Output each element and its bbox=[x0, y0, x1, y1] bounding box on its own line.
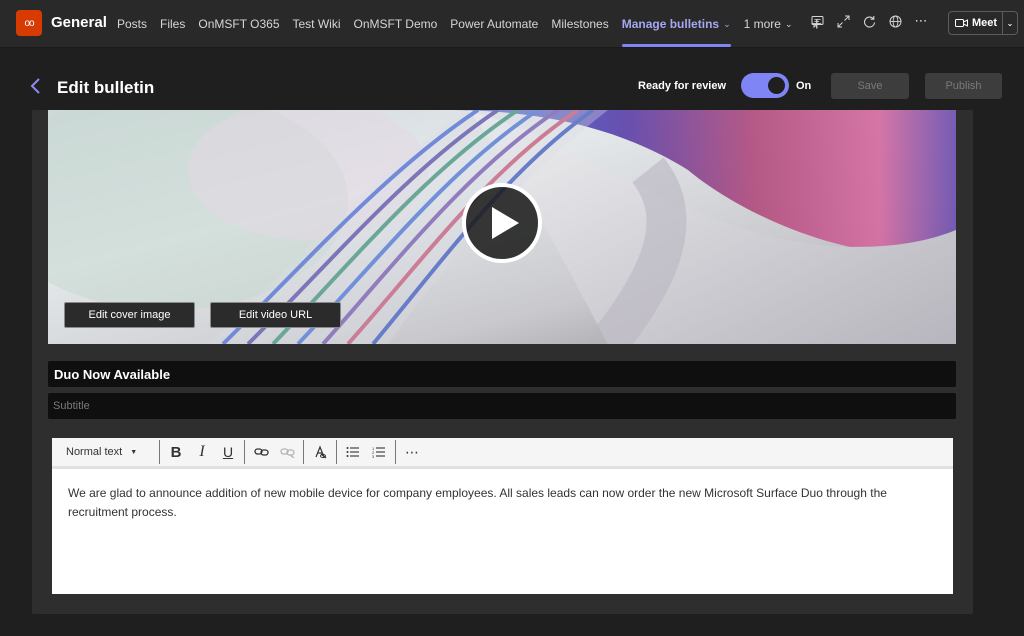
publish-button[interactable]: Publish bbox=[925, 73, 1002, 99]
svg-text:3: 3 bbox=[372, 454, 375, 458]
video-camera-icon bbox=[955, 19, 968, 27]
tab-milestones[interactable]: Milestones bbox=[551, 0, 608, 48]
team-initials: oo bbox=[24, 17, 34, 29]
play-video-button[interactable] bbox=[462, 183, 542, 263]
chat-icon[interactable] bbox=[810, 14, 824, 28]
bullet-list-icon[interactable] bbox=[340, 440, 366, 464]
chevron-down-icon: ⌄ bbox=[723, 18, 731, 29]
tab-onmsft-o365[interactable]: OnMSFT O365 bbox=[198, 0, 279, 48]
link-icon[interactable] bbox=[248, 440, 274, 464]
save-button[interactable]: Save bbox=[831, 73, 909, 99]
meet-button[interactable]: Meet ⌄ bbox=[948, 11, 1018, 35]
toolbar-divider bbox=[303, 440, 304, 464]
toolbar-divider bbox=[336, 440, 337, 464]
tab-files[interactable]: Files bbox=[160, 0, 185, 48]
toggle-knob bbox=[768, 77, 785, 94]
ready-for-review-toggle[interactable] bbox=[741, 73, 789, 98]
tab-posts[interactable]: Posts bbox=[117, 0, 147, 48]
more-icon[interactable]: ⋯ bbox=[914, 13, 928, 28]
tab-bar: Posts Files OnMSFT O365 Test Wiki OnMSFT… bbox=[117, 0, 822, 48]
meet-label: Meet bbox=[972, 17, 998, 29]
top-bar: oo General Posts Files OnMSFT O365 Test … bbox=[0, 0, 1024, 48]
editor-toolbar: Normal text ▼ B I U 123 ⋯ bbox=[52, 438, 953, 469]
numbered-list-icon[interactable]: 123 bbox=[366, 440, 392, 464]
tab-more-label: 1 more bbox=[743, 17, 781, 31]
page-title: Edit bulletin bbox=[57, 78, 155, 97]
toolbar-divider bbox=[395, 440, 396, 464]
bold-icon[interactable]: B bbox=[163, 440, 189, 464]
refresh-icon[interactable] bbox=[862, 14, 876, 28]
tab-manage-bulletins[interactable]: Manage bulletins ⌄ bbox=[621, 0, 731, 48]
bulletin-title-input[interactable] bbox=[48, 361, 956, 387]
underline-icon[interactable]: U bbox=[215, 440, 241, 464]
editor-body-text[interactable]: We are glad to announce addition of new … bbox=[68, 484, 928, 522]
toolbar-divider bbox=[159, 440, 160, 464]
edit-cover-image-button[interactable]: Edit cover image bbox=[64, 302, 195, 328]
tab-manage-bulletins-label: Manage bulletins bbox=[621, 17, 720, 31]
channel-name: General bbox=[51, 14, 107, 31]
team-icon[interactable]: oo bbox=[16, 10, 42, 36]
edit-video-url-button[interactable]: Edit video URL bbox=[210, 302, 341, 328]
back-arrow-icon[interactable] bbox=[30, 77, 42, 100]
clear-format-icon[interactable] bbox=[307, 440, 333, 464]
format-select[interactable]: Normal text ▼ bbox=[52, 446, 156, 458]
subtitle-input[interactable]: Subtitle bbox=[48, 393, 956, 419]
tab-onmsft-demo[interactable]: OnMSFT Demo bbox=[354, 0, 438, 48]
rich-text-editor: Normal text ▼ B I U 123 ⋯ We are glad to… bbox=[52, 438, 953, 594]
caret-down-icon: ▼ bbox=[130, 448, 138, 456]
unlink-icon[interactable] bbox=[274, 440, 300, 464]
play-icon bbox=[492, 207, 519, 239]
toggle-state-label: On bbox=[796, 80, 812, 92]
tab-power-automate[interactable]: Power Automate bbox=[450, 0, 538, 48]
expand-icon[interactable] bbox=[836, 14, 850, 28]
globe-icon[interactable] bbox=[888, 14, 902, 28]
page-header: Edit bulletin Ready for review On Save P… bbox=[0, 60, 1024, 110]
tab-more[interactable]: 1 more ⌄ bbox=[744, 0, 793, 48]
chevron-down-icon[interactable]: ⌄ bbox=[1003, 19, 1017, 28]
chevron-down-icon: ⌄ bbox=[784, 18, 793, 29]
ellipsis-icon[interactable]: ⋯ bbox=[399, 440, 425, 464]
tab-test-wiki[interactable]: Test Wiki bbox=[293, 0, 341, 48]
format-select-label: Normal text bbox=[66, 446, 123, 458]
toolbar-divider bbox=[244, 440, 245, 464]
ready-for-review-label: Ready for review bbox=[638, 80, 727, 92]
header-actions: ⋯ bbox=[810, 13, 928, 28]
italic-icon[interactable]: I bbox=[189, 440, 215, 464]
